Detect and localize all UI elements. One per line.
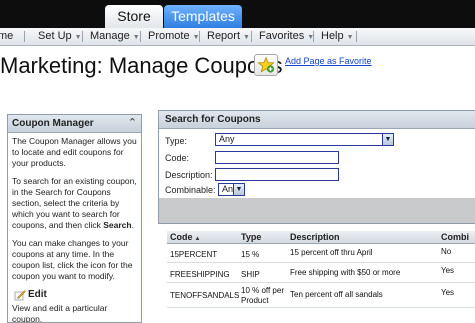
menu-divider xyxy=(140,31,141,42)
menu-manage[interactable]: Manage ▼ xyxy=(90,28,140,45)
menu-label: me xyxy=(0,30,14,42)
sort-asc-icon: ▲ xyxy=(194,236,201,242)
column-header-type[interactable]: Type xyxy=(241,232,261,242)
menu-label: Help xyxy=(321,30,344,42)
type-label: Type: xyxy=(165,136,188,146)
page-title: Marketing: Manage Coupons xyxy=(0,53,283,78)
table-row[interactable]: TENOFFSANDALS 10 % off per Product Ten p… xyxy=(167,283,475,308)
menu-help[interactable]: Help ▼ xyxy=(321,28,354,45)
menu-label: Promote xyxy=(148,30,190,42)
help-search-keyword: Search xyxy=(103,220,132,230)
star-plus-icon xyxy=(257,56,275,73)
column-header-combinable[interactable]: Combi xyxy=(441,232,469,242)
chevron-down-icon: ▼ xyxy=(233,184,244,195)
chevron-down-icon: ▼ xyxy=(132,34,140,41)
table-header: Code ▲ Type Description Combi xyxy=(167,231,475,244)
search-panel-header: Search for Coupons xyxy=(159,111,475,129)
cell-combinable: Yes xyxy=(441,266,455,275)
column-header-code[interactable]: Code ▲ xyxy=(170,232,200,242)
menu-divider xyxy=(356,31,357,42)
chevron-down-icon: ▼ xyxy=(346,34,354,41)
pencil-edit-icon xyxy=(14,290,26,301)
menu-report[interactable]: Report ▼ xyxy=(207,28,250,45)
main-menu-bar: me Set Up ▼ Manage ▼ Promote ▼ Report ▼ Favo… xyxy=(0,28,475,46)
help-edit-label: Edit xyxy=(28,289,47,300)
menu-divider xyxy=(24,31,25,42)
table-row[interactable]: FREESHIPPING SHIP Free shipping with $50… xyxy=(167,263,475,283)
tab-store[interactable]: Store xyxy=(105,5,163,28)
chevron-down-icon: ▼ xyxy=(74,34,82,41)
cell-description: Ten percent off all sandals xyxy=(290,290,383,299)
code-input[interactable] xyxy=(215,151,339,164)
search-panel-footer xyxy=(159,198,475,223)
menu-label: Manage xyxy=(90,30,130,42)
cell-description: 15 percent off thru April xyxy=(290,248,373,257)
help-intro: The Coupon Manager allows you to locate … xyxy=(12,136,137,168)
help-changes: You can make changes to your coupons at … xyxy=(12,238,133,281)
combinable-label: Combinable: xyxy=(165,185,216,195)
chevron-down-icon: ▼ xyxy=(382,134,393,145)
chevron-down-icon: ▼ xyxy=(243,34,250,41)
cell-code: FREESHIPPING xyxy=(170,270,230,279)
menu-set-up[interactable]: Set Up ▼ xyxy=(38,28,82,45)
description-label: Description: xyxy=(165,170,213,180)
menu-divider xyxy=(313,31,314,42)
cell-combinable: No xyxy=(441,247,452,256)
menu-divider xyxy=(199,31,200,42)
cell-type: SHIP xyxy=(241,270,260,279)
add-page-as-favorite-link[interactable]: Add Page as Favorite xyxy=(285,55,372,67)
search-panel-title: Search for Coupons xyxy=(165,114,261,125)
coupon-manager-panel: Coupon Manager ⌃ The Coupon Manager allo… xyxy=(7,114,142,323)
help-search: To search for an existing coupon, in the… xyxy=(12,176,138,231)
menu-label: Report xyxy=(207,30,241,42)
help-search-end: . xyxy=(131,220,134,230)
top-tab-bar: Store Templates xyxy=(0,0,475,28)
menu-label: Set Up xyxy=(38,30,72,42)
column-header-description[interactable]: Description xyxy=(290,232,340,242)
menu-divider xyxy=(251,31,252,42)
menu-promote[interactable]: Promote ▼ xyxy=(148,28,200,45)
combinable-select[interactable]: Any ▼ xyxy=(218,183,245,196)
menu-label: Favorites xyxy=(259,30,305,42)
cell-code: TENOFFSANDALS xyxy=(170,291,240,300)
coupon-manager-header: Coupon Manager ⌃ xyxy=(8,115,141,133)
cell-combinable: Yes xyxy=(441,288,455,297)
table-row[interactable]: 15PERCENT 15 % 15 percent off thru April… xyxy=(167,244,475,263)
menu-divider xyxy=(82,31,83,42)
cell-type-line2: Product xyxy=(241,296,269,305)
tab-templates[interactable]: Templates xyxy=(164,5,242,28)
collapse-icon[interactable]: ⌃ xyxy=(128,116,137,129)
menu-favorites[interactable]: Favorites ▼ xyxy=(259,28,314,45)
coupon-manager-help: The Coupon Manager allows you to locate … xyxy=(12,136,138,323)
type-select-value: Any xyxy=(219,134,235,144)
cell-description: Free shipping with $50 or more xyxy=(290,268,401,277)
help-edit-description: View and edit a particular coupon. xyxy=(12,303,108,323)
description-input[interactable] xyxy=(215,168,339,181)
add-favorite-button[interactable] xyxy=(254,54,278,76)
type-select[interactable]: Any ▼ xyxy=(215,133,394,146)
column-header-label: Code xyxy=(170,232,193,242)
coupon-manager-title: Coupon Manager xyxy=(12,118,94,129)
code-label: Code: xyxy=(165,153,190,163)
cell-code: 15PERCENT xyxy=(170,250,218,259)
menu-home[interactable]: me xyxy=(0,28,13,45)
search-for-coupons-panel: Search for Coupons Type: Any ▼ Code: Des… xyxy=(158,110,475,224)
cell-type: 15 % xyxy=(241,250,260,259)
cell-type: 10 % off per xyxy=(241,286,284,295)
help-edit-heading: Edit xyxy=(12,289,138,301)
